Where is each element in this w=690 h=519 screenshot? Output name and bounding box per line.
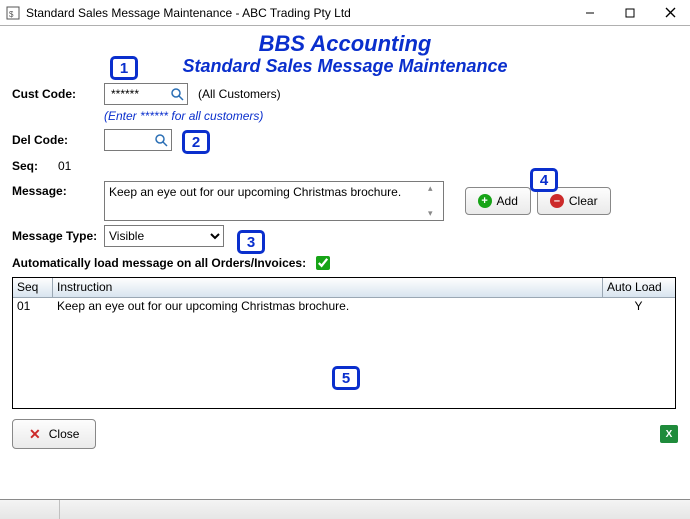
messages-grid: Seq Instruction Auto Load 01 Keep an eye… bbox=[12, 277, 676, 409]
grid-cell-autoload: Y bbox=[603, 298, 675, 316]
seq-label: Seq: bbox=[12, 159, 54, 173]
add-button[interactable]: + Add bbox=[465, 187, 531, 215]
clear-button-label: Clear bbox=[569, 194, 598, 208]
grid-cell-seq: 01 bbox=[13, 298, 53, 316]
seq-value: 01 bbox=[58, 159, 71, 173]
del-code-input[interactable] bbox=[109, 131, 153, 149]
page-heading: Standard Sales Message Maintenance bbox=[12, 56, 678, 77]
del-code-field[interactable] bbox=[104, 129, 172, 151]
app-icon: $ bbox=[4, 4, 22, 22]
grid-header-instruction[interactable]: Instruction bbox=[53, 278, 603, 297]
add-button-label: Add bbox=[497, 194, 518, 208]
window-maximize-button[interactable] bbox=[610, 0, 650, 26]
message-type-label: Message Type: bbox=[12, 229, 104, 243]
message-label: Message: bbox=[12, 181, 104, 198]
window-title: Standard Sales Message Maintenance - ABC… bbox=[26, 6, 570, 20]
plus-icon: + bbox=[478, 194, 492, 208]
grid-header-seq[interactable]: Seq bbox=[13, 278, 53, 297]
grid-cell-instruction: Keep an eye out for our upcoming Christm… bbox=[53, 298, 603, 316]
table-row[interactable]: 01 Keep an eye out for our upcoming Chri… bbox=[13, 298, 675, 316]
grid-header-row: Seq Instruction Auto Load bbox=[13, 278, 675, 298]
close-button[interactable]: ✕ Close bbox=[12, 419, 96, 449]
search-icon[interactable] bbox=[153, 132, 169, 148]
auto-load-checkbox[interactable] bbox=[316, 256, 330, 270]
message-type-select[interactable]: Visible bbox=[104, 225, 224, 247]
cust-code-label: Cust Code: bbox=[12, 87, 104, 101]
del-code-label: Del Code: bbox=[12, 133, 104, 147]
cust-code-hint: (Enter ****** for all customers) bbox=[104, 109, 678, 123]
search-icon[interactable] bbox=[169, 86, 185, 102]
export-excel-button[interactable]: X bbox=[660, 425, 678, 443]
cust-code-field[interactable] bbox=[104, 83, 188, 105]
message-textarea[interactable]: Keep an eye out for our upcoming Christm… bbox=[104, 181, 444, 221]
minus-icon: – bbox=[550, 194, 564, 208]
cust-code-side-text: (All Customers) bbox=[198, 87, 281, 101]
window-titlebar: $ Standard Sales Message Maintenance - A… bbox=[0, 0, 690, 26]
window-minimize-button[interactable] bbox=[570, 0, 610, 26]
cust-code-input[interactable] bbox=[109, 85, 169, 103]
close-icon: ✕ bbox=[29, 426, 41, 443]
status-bar bbox=[0, 499, 690, 519]
app-heading: BBS Accounting bbox=[12, 32, 678, 56]
auto-load-label: Automatically load message on all Orders… bbox=[12, 256, 306, 270]
window-close-button[interactable] bbox=[650, 0, 690, 26]
grid-header-autoload[interactable]: Auto Load bbox=[603, 278, 675, 297]
close-button-label: Close bbox=[49, 427, 80, 441]
svg-text:$: $ bbox=[9, 10, 14, 19]
clear-button[interactable]: – Clear bbox=[537, 187, 611, 215]
